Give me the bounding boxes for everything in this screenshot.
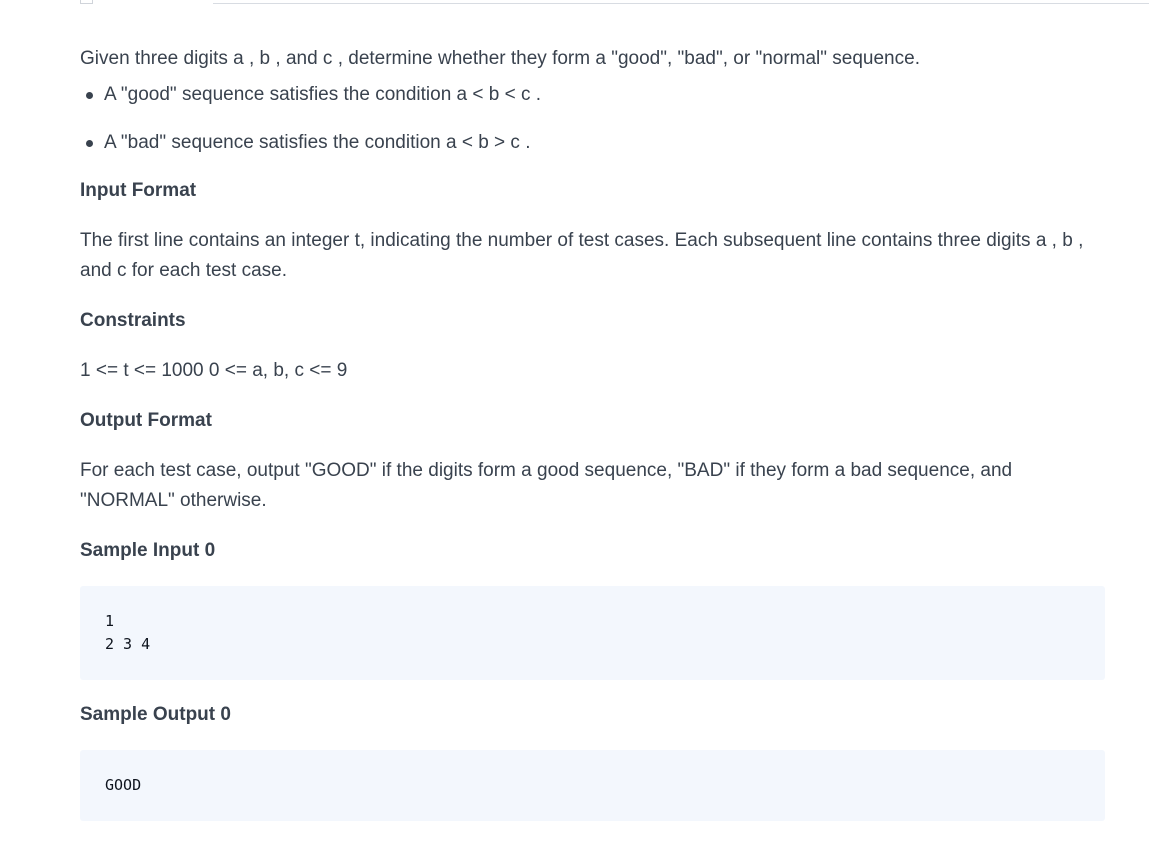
condition-bad-text: A "bad" sequence satisfies the condition… bbox=[104, 132, 531, 153]
constraints-text: 1 <= t <= 1000 0 <= a, b, c <= 9 bbox=[80, 360, 348, 381]
sample-output-heading: Sample Output 0 bbox=[80, 704, 231, 725]
tab-strip bbox=[80, 0, 1149, 4]
output-format-text: For each test case, output "GOOD" if the… bbox=[80, 460, 1013, 511]
input-format-heading: Input Format bbox=[80, 180, 197, 201]
problem-statement: Given three digits a , b , and c , deter… bbox=[80, 44, 1105, 821]
condition-good-text: A "good" sequence satisfies the conditio… bbox=[104, 84, 542, 105]
output-format-heading: Output Format bbox=[80, 410, 212, 431]
sample-output-code[interactable]: GOOD bbox=[80, 750, 1105, 821]
tab-divider bbox=[213, 3, 1149, 4]
bullet-icon bbox=[86, 92, 93, 99]
sample-input-heading: Sample Input 0 bbox=[80, 540, 216, 561]
problem-intro: Given three digits a , b , and c , deter… bbox=[80, 48, 920, 69]
constraints-heading: Constraints bbox=[80, 310, 186, 331]
condition-list: A "good" sequence satisfies the conditio… bbox=[80, 80, 1105, 158]
sample-input-code[interactable]: 1 2 3 4 bbox=[80, 586, 1105, 680]
bullet-icon bbox=[86, 140, 93, 147]
condition-good: A "good" sequence satisfies the conditio… bbox=[80, 80, 1105, 110]
tab-edge bbox=[80, 0, 93, 4]
condition-bad: A "bad" sequence satisfies the condition… bbox=[80, 128, 1105, 158]
input-format-text: The first line contains an integer t, in… bbox=[80, 230, 1084, 281]
